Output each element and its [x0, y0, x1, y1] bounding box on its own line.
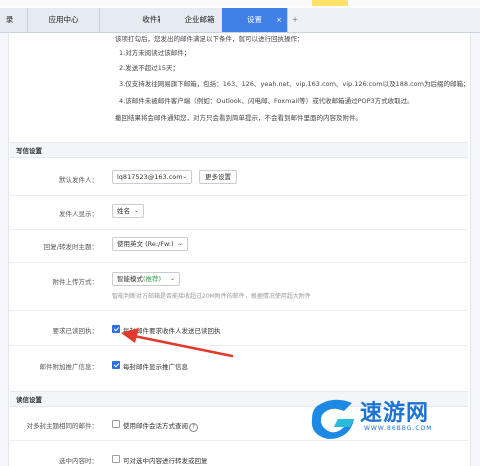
watermark-name: 速游网: [360, 401, 430, 426]
same-subject-label: 对多封主题相同的邮件：: [26, 422, 99, 430]
watermark-url: WWW.86BBG.COM: [364, 425, 433, 432]
selected-content-checkbox[interactable]: [112, 455, 120, 463]
logo-mark-icon: [311, 399, 354, 439]
selected-content-checkbox-label[interactable]: 可对选中内容进行转发或回复: [123, 455, 208, 465]
conversation-view-checkbox[interactable]: [112, 420, 120, 428]
selected-content-label: 选中内容时：: [59, 457, 98, 465]
watermark-logo: 速游网 WWW.86BBG.COM: [308, 393, 468, 443]
conversation-view-checkbox-label[interactable]: 使用邮件会话方式查阅?: [123, 420, 198, 432]
conversation-view-text: 使用邮件会话方式查阅: [123, 422, 188, 430]
help-icon[interactable]: ?: [189, 423, 198, 432]
